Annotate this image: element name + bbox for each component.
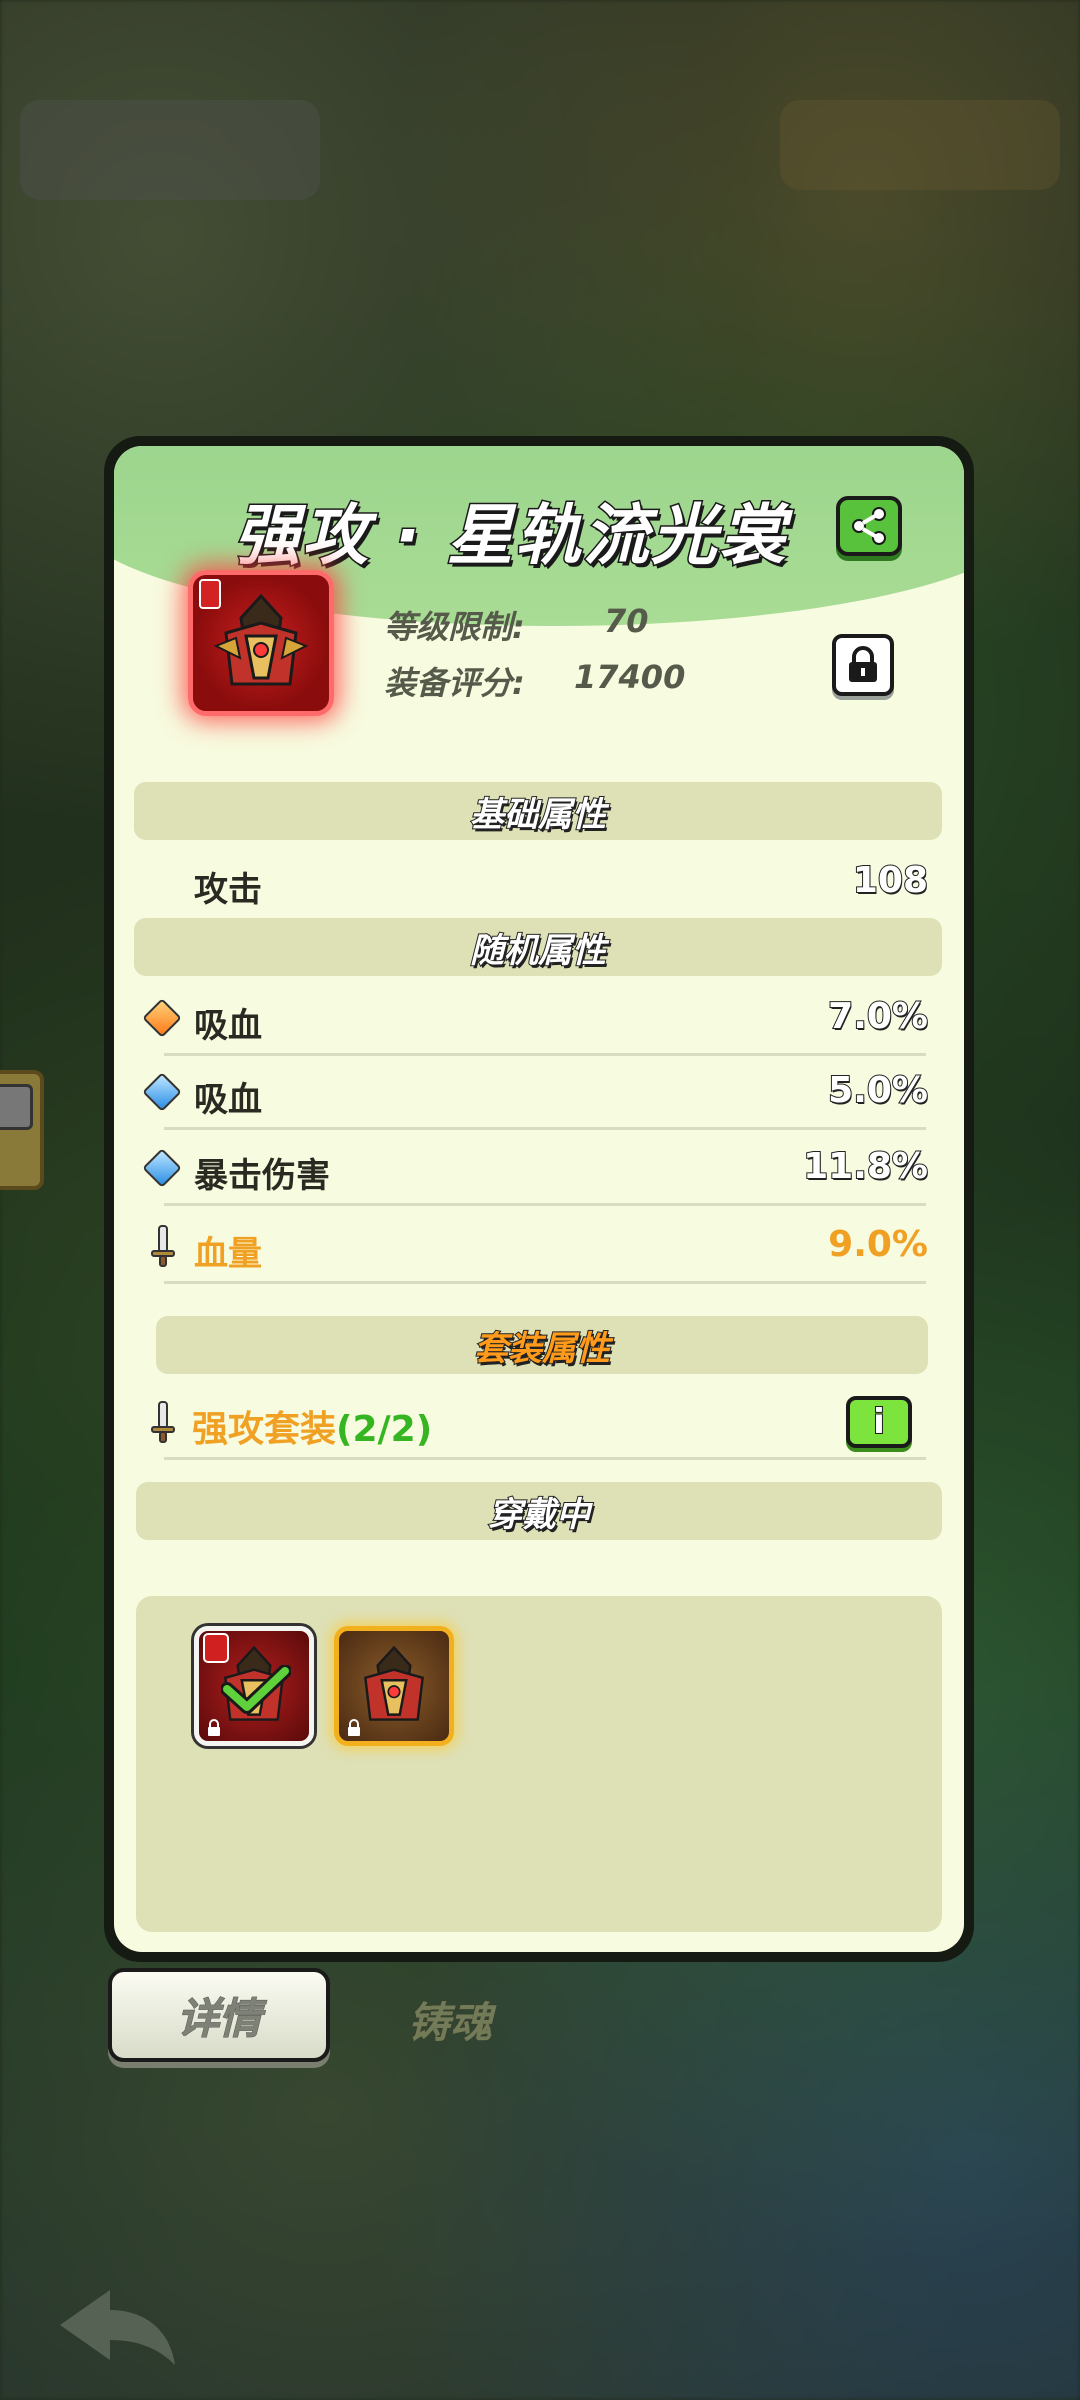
- attribute-name: 攻击: [194, 870, 262, 910]
- blue-gem-icon: [142, 1072, 182, 1112]
- score-label: 装备评分:: [384, 664, 525, 702]
- section-title: 基础属性: [469, 794, 607, 836]
- attribute-value: 11.8%: [802, 1145, 929, 1188]
- blue-gem-icon: [142, 1148, 182, 1188]
- equipped-item-slot[interactable]: [194, 1626, 314, 1746]
- attribute-name: 吸血: [194, 1006, 262, 1046]
- attribute-row: 吸血 7.0%: [134, 982, 942, 1056]
- row-divider: [164, 1127, 926, 1130]
- side-device-icon[interactable]: [0, 1070, 44, 1190]
- level-label: 等级限制:: [384, 608, 525, 646]
- section-title: 穿戴中: [487, 1494, 591, 1536]
- lock-icon: [208, 1719, 220, 1736]
- level-value: 70: [604, 602, 649, 640]
- tab-label: 铸魂: [407, 1997, 492, 2047]
- attribute-value: 5.0%: [827, 1069, 929, 1112]
- equipment-detail-panel: 强攻 · 星轨流光裳 等级限制: 70 装备评分: 17400 基础属性 攻击 …: [104, 436, 974, 1962]
- equipment-score: 装备评分: 17400: [384, 658, 685, 704]
- background-blur-hud-right: [780, 100, 1060, 190]
- panel-content: 强攻 · 星轨流光裳 等级限制: 70 装备评分: 17400 基础属性 攻击 …: [114, 446, 964, 1952]
- armor-icon: [213, 593, 309, 686]
- attribute-name: 吸血: [194, 1080, 262, 1120]
- attribute-value: 9.0%: [828, 1224, 928, 1265]
- set-name: 强攻套装(2/2): [192, 1400, 432, 1452]
- tab-forge-soul[interactable]: 铸魂: [360, 1984, 540, 2054]
- row-divider: [164, 1457, 926, 1460]
- attribute-value: 7.0%: [827, 995, 929, 1038]
- sword-tag-icon: [203, 1633, 229, 1663]
- equipped-item-slot[interactable]: [334, 1626, 454, 1746]
- lock-icon: [849, 646, 877, 682]
- share-icon: [852, 507, 886, 545]
- attribute-row: 攻击 108: [134, 846, 942, 920]
- sword-tag-icon: [199, 579, 221, 609]
- equipped-items-box: [136, 1596, 942, 1932]
- share-button[interactable]: [836, 496, 902, 556]
- section-set-attributes: 套装属性: [156, 1316, 928, 1374]
- attribute-row: 血量 9.0%: [134, 1210, 942, 1284]
- background-blur-hud: [20, 100, 320, 200]
- section-title: 随机属性: [469, 930, 607, 972]
- set-info-button[interactable]: i: [846, 1396, 912, 1448]
- lock-icon: [348, 1719, 360, 1736]
- set-row: 强攻套装(2/2) i: [134, 1386, 942, 1460]
- score-value: 17400: [574, 658, 686, 696]
- sword-icon: [151, 1225, 175, 1267]
- attribute-name: 暴击伤害: [194, 1156, 330, 1196]
- section-base-attributes: 基础属性: [134, 782, 942, 840]
- row-divider: [164, 1203, 926, 1206]
- section-equipped: 穿戴中: [136, 1482, 942, 1540]
- armor-icon: [364, 1645, 424, 1721]
- attribute-row: 吸血 5.0%: [134, 1056, 942, 1130]
- attribute-row: 暴击伤害 11.8%: [134, 1132, 942, 1206]
- set-name-text: 强攻套装: [192, 1409, 337, 1450]
- tab-details[interactable]: 详情: [108, 1968, 330, 2062]
- level-requirement: 等级限制: 70: [384, 602, 649, 648]
- check-icon: [221, 1665, 291, 1714]
- item-title: 强攻 · 星轨流光裳: [233, 496, 788, 576]
- tab-label: 详情: [176, 1993, 261, 2043]
- section-random-attributes: 随机属性: [134, 918, 942, 976]
- back-arrow-icon[interactable]: [50, 2280, 180, 2370]
- attribute-name: 血量: [194, 1234, 262, 1274]
- attribute-value: 108: [852, 859, 929, 902]
- set-count: (2/2): [336, 1409, 433, 1450]
- info-icon: i: [872, 1401, 886, 1443]
- item-icon: [188, 570, 334, 716]
- lock-button[interactable]: [832, 634, 894, 696]
- section-title: 套装属性: [473, 1328, 611, 1370]
- sword-icon: [151, 1401, 175, 1443]
- row-divider: [164, 1281, 926, 1284]
- orange-gem-icon: [142, 998, 182, 1038]
